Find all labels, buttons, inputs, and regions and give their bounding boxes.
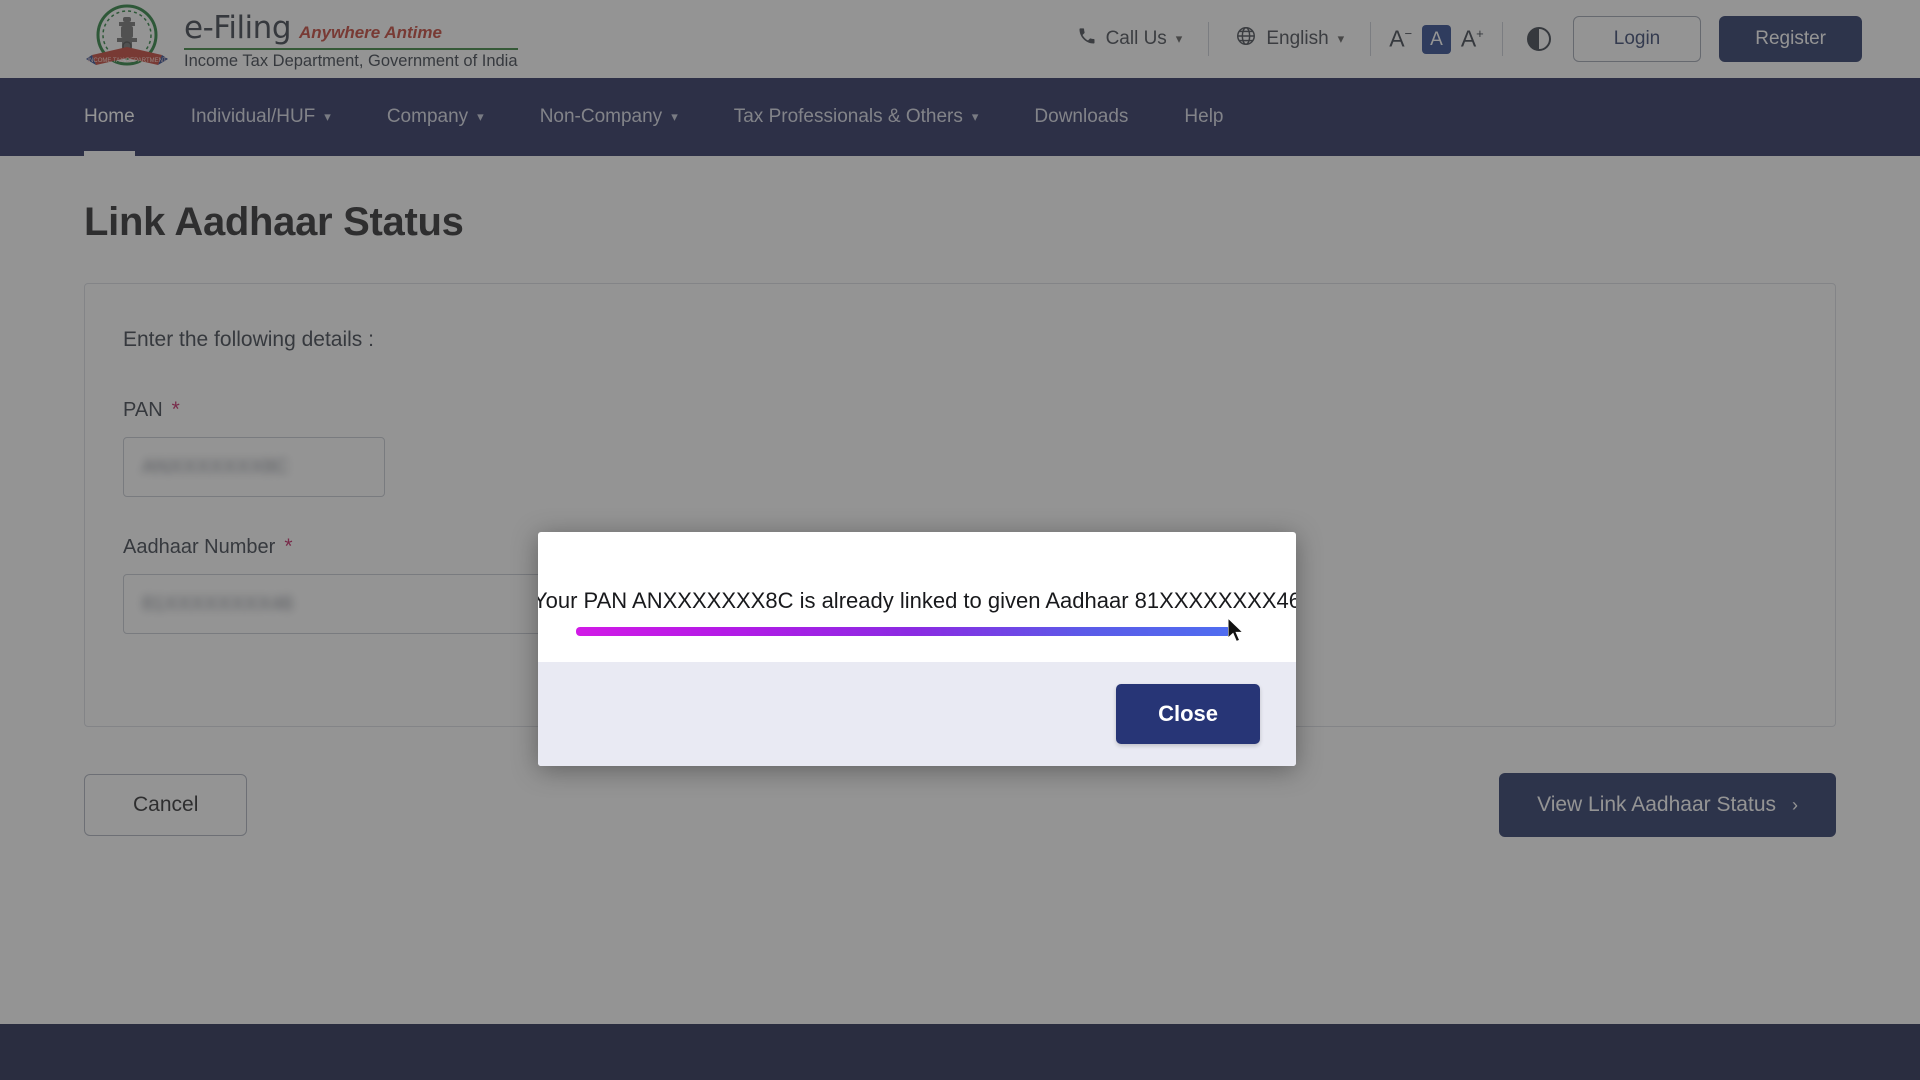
text-selection-highlight — [576, 627, 1231, 636]
dialog-message: Your PAN ANXXXXXXX8C is already linked t… — [538, 588, 1296, 613]
close-button[interactable]: Close — [1116, 684, 1260, 744]
page-root: INCOME TAX DEPARTMENT e-Filing Anywhere … — [0, 0, 1920, 1080]
already-linked-dialog: Your PAN ANXXXXXXX8C is already linked t… — [538, 532, 1296, 766]
dialog-footer: Close — [538, 662, 1296, 766]
dialog-body: Your PAN ANXXXXXXX8C is already linked t… — [538, 532, 1296, 662]
